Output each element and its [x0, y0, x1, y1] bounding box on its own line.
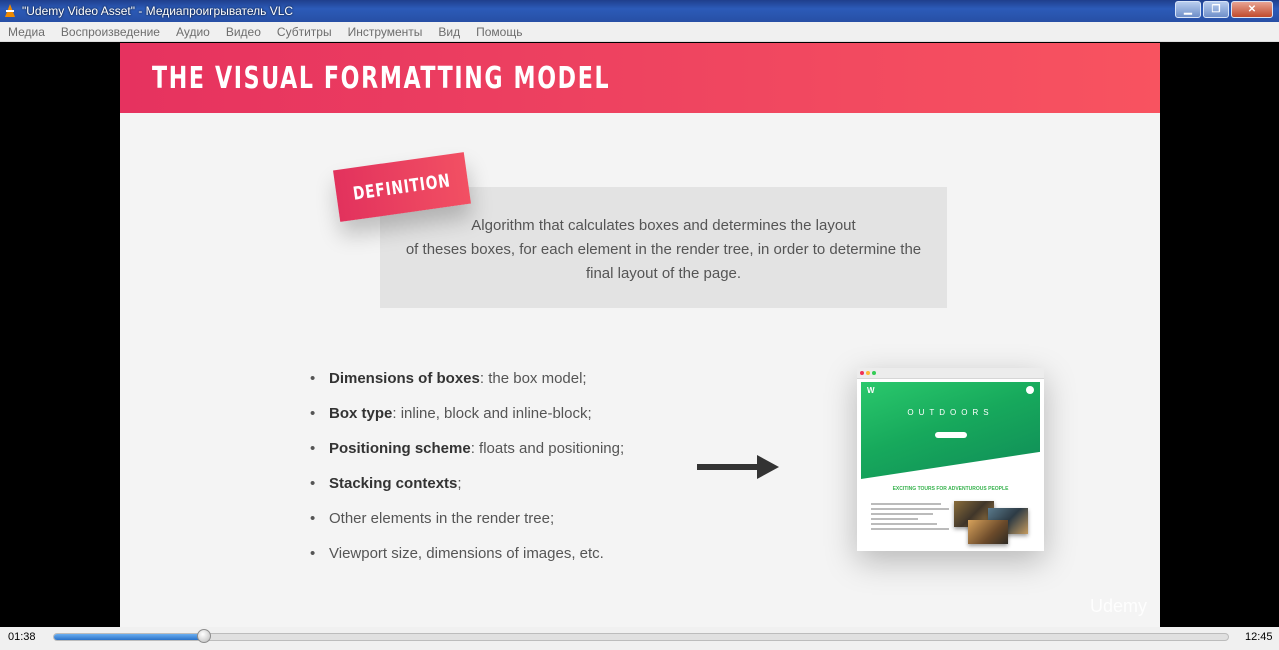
preview-hero: W OUTDOORS [861, 382, 1040, 479]
bullet-item: • Positioning scheme: floats and position… [310, 431, 624, 466]
player-controls: 01:38 12:45 [0, 627, 1279, 650]
menu-bar: Медиа Воспроизведение Аудио Видео Субтит… [0, 22, 1279, 42]
definition-box: Algorithm that calculates boxes and dete… [380, 187, 947, 308]
seek-bar-fill [54, 634, 205, 640]
bullet-text: Viewport size, dimensions of images, etc… [329, 545, 604, 562]
minimize-icon[interactable]: ▁ [1175, 1, 1201, 18]
definition-text: Algorithm that calculates boxes and dete… [380, 214, 947, 286]
right-arrow-icon [697, 455, 779, 479]
bullet-bold: Stacking contexts [329, 475, 458, 492]
total-time: 12:45 [1245, 631, 1273, 643]
bullet-item: • Viewport size, dimensions of images, et… [310, 536, 624, 571]
bullet-text: Other elements in the render tree; [329, 510, 555, 527]
menu-audio[interactable]: Аудио [176, 25, 210, 39]
definition-line: final layout of the page. [585, 265, 742, 282]
slide-title: THE VISUAL FORMATTING MODEL [152, 61, 611, 96]
vlc-cone-icon [2, 3, 18, 19]
bullet-dot-icon: • [310, 405, 316, 422]
preview-menu-icon [1026, 386, 1034, 394]
slide-header: THE VISUAL FORMATTING MODEL [120, 43, 1160, 113]
slide: THE VISUAL FORMATTING MODEL Algorithm th… [120, 43, 1160, 627]
bullet-text: : inline, block and inline-block; [392, 405, 592, 422]
bullet-text: : the box model; [479, 370, 587, 387]
definition-badge-label: DEFINITION [351, 169, 453, 205]
website-preview-image: W OUTDOORS EXCITING TOURS FOR ADVENTUROU… [857, 368, 1044, 551]
preview-text-lines [871, 503, 949, 533]
menu-subtitles[interactable]: Субтитры [277, 25, 332, 39]
bullet-bold: Box type [329, 405, 393, 422]
close-icon[interactable]: ✕ [1231, 1, 1273, 18]
seek-bar[interactable] [53, 633, 1229, 641]
bullet-text: ; [457, 475, 462, 492]
menu-playback[interactable]: Воспроизведение [61, 25, 160, 39]
menu-tools[interactable]: Инструменты [348, 25, 423, 39]
bullet-dot-icon: • [310, 475, 316, 492]
menu-media[interactable]: Медиа [8, 25, 45, 39]
menu-video[interactable]: Видео [226, 25, 261, 39]
preview-hero-title: OUTDOORS [907, 408, 994, 417]
bullet-item: • Stacking contexts; [310, 466, 624, 501]
bullet-text: : floats and positioning; [470, 440, 625, 457]
bullet-list: • Dimensions of boxes: the box model; • Bo… [310, 361, 624, 571]
browser-chrome [857, 368, 1044, 379]
bullet-item: • Box type: inline, block and inline-bloc… [310, 396, 624, 431]
preview-hero-button [935, 432, 967, 438]
elapsed-time: 01:38 [8, 631, 36, 643]
bullet-item: • Dimensions of boxes: the box model; [310, 361, 624, 396]
bullet-bold: Positioning scheme [329, 440, 471, 457]
preview-photo [968, 520, 1008, 544]
bullet-dot-icon: • [310, 440, 316, 457]
bullet-item: • Other elements in the render tree; [310, 501, 624, 536]
restore-icon[interactable]: ❐ [1203, 1, 1229, 18]
bullet-bold: Dimensions of boxes [329, 370, 480, 387]
seek-handle[interactable] [196, 629, 211, 643]
preview-logo-icon: W [867, 386, 875, 395]
bullet-dot-icon: • [310, 370, 316, 387]
definition-line: of theses boxes, for each element in the… [405, 241, 922, 258]
udemy-watermark: Udemy [1090, 596, 1148, 616]
menu-view[interactable]: Вид [438, 25, 460, 39]
definition-line: Algorithm that calculates boxes and dete… [471, 217, 856, 234]
bullet-dot-icon: • [310, 545, 316, 562]
menu-help[interactable]: Помощь [476, 25, 522, 39]
window-title: "Udemy Video Asset" - Медиапроигрыватель… [22, 4, 294, 18]
bullet-dot-icon: • [310, 510, 316, 527]
video-area[interactable]: THE VISUAL FORMATTING MODEL Algorithm th… [0, 43, 1279, 627]
window-controls: ▁ ❐ ✕ [1175, 1, 1273, 18]
preview-tagline: EXCITING TOURS FOR ADVENTUROUS PEOPLE [892, 486, 1009, 492]
window-title-bar: "Udemy Video Asset" - Медиапроигрыватель… [0, 0, 1279, 22]
